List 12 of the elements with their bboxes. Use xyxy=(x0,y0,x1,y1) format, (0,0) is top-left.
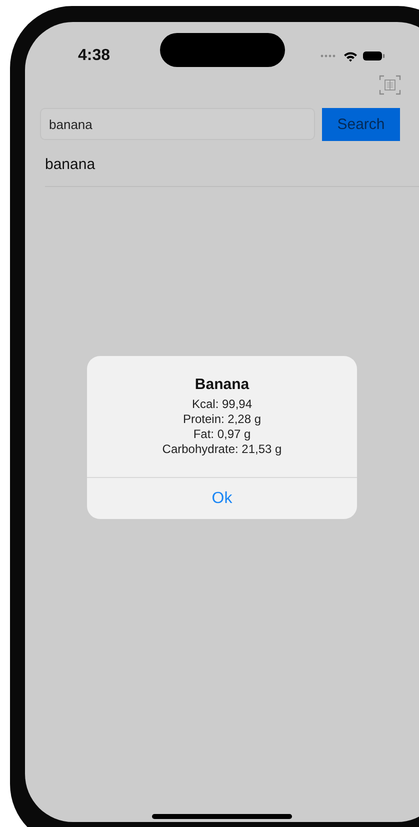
alert-message-line: Fat: 0,97 g xyxy=(192,427,252,442)
alert-title: Banana xyxy=(194,376,250,393)
wifi-icon xyxy=(343,50,358,62)
scan-icon[interactable] xyxy=(379,74,401,96)
battery-icon xyxy=(363,51,385,61)
alert-message-line: Kcal: 99,94 xyxy=(190,397,254,412)
search-field[interactable]: banana xyxy=(40,108,315,140)
result-item[interactable]: banana xyxy=(45,156,419,187)
alert-message-line: Protein: 2,28 g xyxy=(182,412,262,427)
signal-icon xyxy=(320,54,338,58)
alert-message-line: Carbohydrate: 21,53 g xyxy=(161,442,283,457)
status-time: 4:38 xyxy=(78,47,110,65)
